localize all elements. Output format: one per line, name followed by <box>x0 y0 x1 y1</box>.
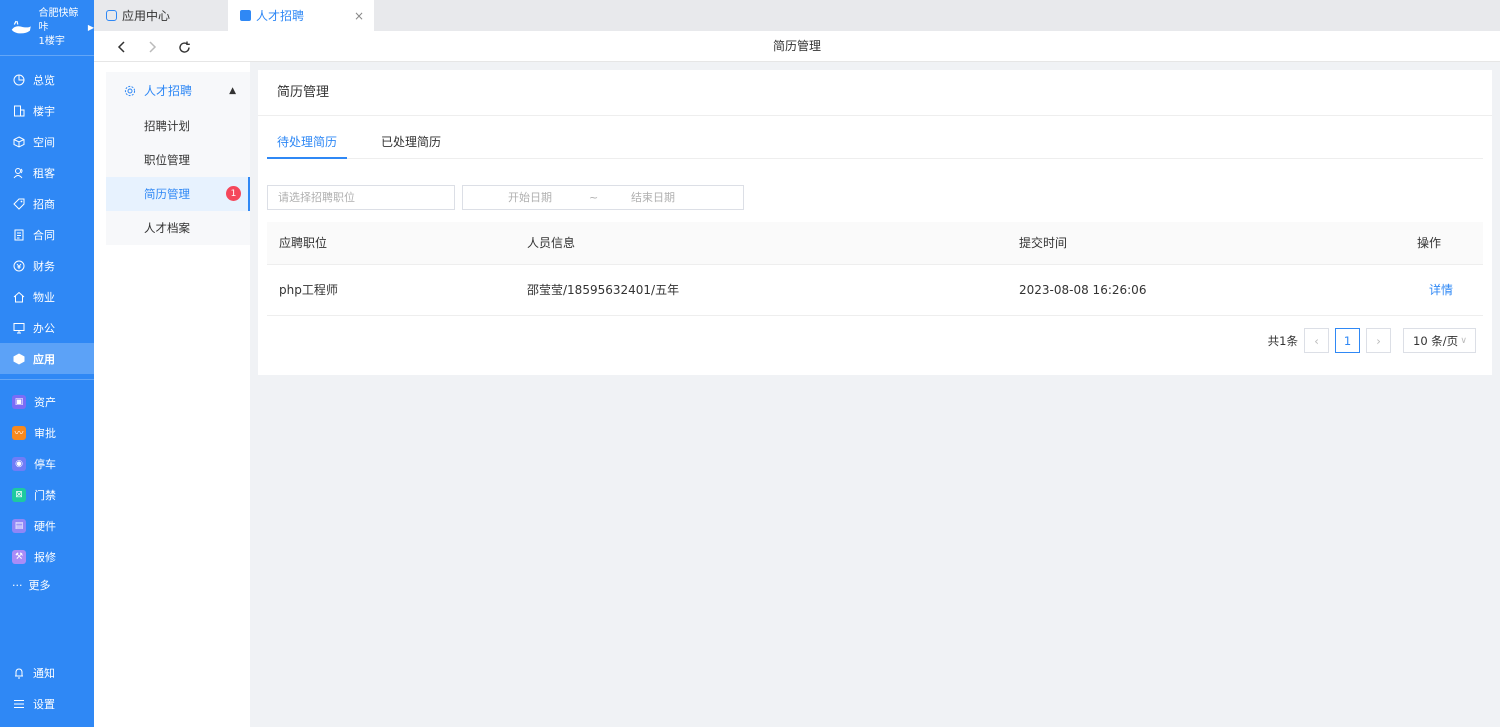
nav-item-parking[interactable]: ◉ 停车 <box>0 448 94 479</box>
tag-icon <box>12 197 25 210</box>
prev-page-button[interactable]: ‹ <box>1304 328 1329 353</box>
nav-item-hardware[interactable]: ▤ 硬件 <box>0 510 94 541</box>
main-sidebar: 合肥快鲸咔 1楼宇 ▶ 总览 楼宇 空间 租客 招商 合同 财务 物业 办公 应… <box>0 0 94 727</box>
nav-divider <box>0 379 94 380</box>
pagination: 共1条 ‹ 1 › 10 条/页 ∨ <box>1268 328 1476 353</box>
nav-item-overview[interactable]: 总览 <box>0 64 94 95</box>
chevron-up-icon: ▲ <box>229 85 236 96</box>
secondary-menu: 人才招聘 ▲ 招聘计划 职位管理 简历管理 1 人才档案 <box>94 62 250 727</box>
range-separator: ~ <box>589 191 599 204</box>
nav-item-property[interactable]: 物业 <box>0 281 94 312</box>
nav-item-access[interactable]: ⊠ 门禁 <box>0 479 94 510</box>
nav-item-finance[interactable]: 财务 <box>0 250 94 281</box>
nav-item-contract[interactable]: 合同 <box>0 219 94 250</box>
app-center-icon <box>106 10 117 21</box>
brand-switcher[interactable]: 合肥快鲸咔 1楼宇 ▶ <box>0 0 94 56</box>
cell-time: 2023-08-08 16:26:06 <box>1019 283 1147 297</box>
nav-item-apps[interactable]: 应用 <box>0 343 94 374</box>
nav-item-repair[interactable]: ⚒ 报修 <box>0 541 94 572</box>
cube-icon <box>12 135 25 148</box>
nav-item-office[interactable]: 办公 <box>0 312 94 343</box>
approval-icon: 〰 <box>12 425 26 440</box>
nav-item-notify[interactable]: 通知 <box>0 657 94 688</box>
submenu-group-recruit[interactable]: 人才招聘 ▲ <box>106 72 250 109</box>
tab-pending[interactable]: 待处理简历 <box>267 126 347 159</box>
pie-chart-icon <box>12 73 25 86</box>
whale-logo-icon <box>11 20 31 33</box>
nav-item-space[interactable]: 空间 <box>0 126 94 157</box>
nav-item-settings[interactable]: 设置 <box>0 688 94 719</box>
document-icon <box>12 228 25 241</box>
nav-item-tenant[interactable]: 租客 <box>0 157 94 188</box>
tab-bar: 应用中心 人才招聘 × <box>94 0 1500 31</box>
app-cube-icon <box>12 352 25 365</box>
position-select[interactable]: 请选择招聘职位 <box>267 185 455 210</box>
gear-icon <box>124 85 136 97</box>
menu-icon <box>12 697 25 710</box>
bell-icon <box>12 666 25 679</box>
submenu-item-resume[interactable]: 简历管理 1 <box>106 177 250 211</box>
tab-app-center[interactable]: 应用中心 <box>94 0 228 31</box>
start-date-input[interactable]: 开始日期 <box>508 186 552 209</box>
brand-name: 合肥快鲸咔 <box>38 7 79 33</box>
nav-item-more[interactable]: ··· 更多 <box>0 572 94 598</box>
col-info: 人员信息 <box>527 236 576 250</box>
card-title: 简历管理 <box>258 70 1492 116</box>
total-count: 共1条 <box>1267 333 1298 348</box>
tab-recruit[interactable]: 人才招聘 × <box>228 0 374 31</box>
next-page-button[interactable]: › <box>1366 328 1391 353</box>
repair-icon: ⚒ <box>12 549 26 564</box>
hardware-icon: ▤ <box>12 518 26 533</box>
page-size-select[interactable]: 10 条/页 ∨ <box>1403 328 1476 353</box>
close-icon[interactable]: × <box>354 9 364 23</box>
bottom-nav: 通知 设置 <box>0 657 94 719</box>
recruit-icon <box>240 10 251 21</box>
cell-position: php工程师 <box>279 283 338 297</box>
money-icon <box>12 259 25 272</box>
nav-item-approval[interactable]: 〰 审批 <box>0 417 94 448</box>
access-icon: ⊠ <box>12 487 26 502</box>
submenu-item-archive[interactable]: 人才档案 <box>106 211 250 245</box>
end-date-input[interactable]: 结束日期 <box>631 186 675 209</box>
users-icon <box>12 166 25 179</box>
cell-info: 邵莹莹/18595632401/五年 <box>527 283 680 297</box>
brand-building: 1楼宇 <box>38 35 65 47</box>
building-icon <box>12 104 25 117</box>
nav-item-building[interactable]: 楼宇 <box>0 95 94 126</box>
back-icon[interactable] <box>112 37 132 57</box>
table-row: php工程师 邵莹莹/18595632401/五年 2023-08-08 16:… <box>267 265 1483 316</box>
status-badge: 1 <box>226 186 241 201</box>
refresh-icon[interactable] <box>174 37 194 57</box>
asset-icon: ▣ <box>12 394 26 409</box>
submenu-item-position[interactable]: 职位管理 <box>106 143 250 177</box>
app-nav: ▣ 资产 〰 审批 ◉ 停车 ⊠ 门禁 ▤ 硬件 ⚒ 报修 ··· 更多 <box>0 386 94 598</box>
more-dots-icon: ··· <box>12 578 23 592</box>
primary-nav: 总览 楼宇 空间 租客 招商 合同 财务 物业 办公 应用 <box>0 64 94 374</box>
resume-card: 简历管理 待处理简历 已处理简历 请选择招聘职位 开始日期 ~ 结束日期 应聘职… <box>258 70 1492 375</box>
nav-item-assets[interactable]: ▣ 资产 <box>0 386 94 417</box>
chevron-down-icon: ∨ <box>1460 335 1467 346</box>
table-header: 应聘职位 人员信息 提交时间 操作 <box>267 222 1483 265</box>
tab-processed[interactable]: 已处理简历 <box>371 126 451 159</box>
col-position: 应聘职位 <box>279 236 328 250</box>
parking-icon: ◉ <box>12 456 26 471</box>
date-range-picker[interactable]: 开始日期 ~ 结束日期 <box>462 185 744 210</box>
page-title: 简历管理 <box>772 39 821 53</box>
resume-tabs: 待处理简历 已处理简历 <box>267 126 1483 159</box>
page-toolbar: 简历管理 <box>94 31 1500 62</box>
nav-item-investment[interactable]: 招商 <box>0 188 94 219</box>
detail-link[interactable]: 详情 <box>1429 265 1453 315</box>
col-time: 提交时间 <box>1019 236 1068 250</box>
page-1-button[interactable]: 1 <box>1335 328 1360 353</box>
col-action: 操作 <box>1417 236 1442 250</box>
submenu-item-plan[interactable]: 招聘计划 <box>106 109 250 143</box>
monitor-icon <box>12 321 25 334</box>
forward-icon[interactable] <box>142 37 162 57</box>
home-icon <box>12 290 25 303</box>
